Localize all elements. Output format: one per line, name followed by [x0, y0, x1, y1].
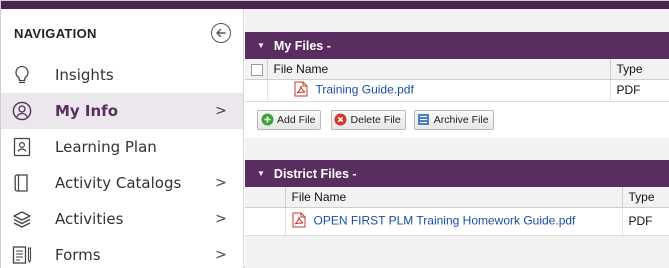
row-blank-cell [245, 207, 286, 236]
id-card-icon [11, 136, 33, 158]
navigation-title: NAVIGATION [14, 25, 97, 41]
select-all-header [245, 59, 268, 80]
sidebar-item-label: My Info [55, 102, 119, 120]
district-files-panel: ▼ District Files - File Name Type OPEN F… [245, 160, 669, 236]
file-type-cell: PDF [610, 79, 669, 102]
delete-circle-icon [334, 113, 348, 127]
district-files-table: File Name Type OPEN FIRST PLM Training H… [245, 187, 669, 236]
chevron-right-icon: > [215, 103, 227, 119]
column-header-file-name[interactable]: File Name [267, 59, 611, 80]
my-files-toolbar: Add File Delete File Archive File [245, 101, 669, 138]
collapse-sidebar-icon[interactable] [211, 23, 231, 43]
sidebar-item-label: Learning Plan [55, 138, 157, 156]
lightbulb-icon [11, 64, 33, 86]
file-name-cell: Training Guide.pdf [267, 79, 611, 102]
chevron-right-icon: > [215, 211, 227, 227]
district-files-header[interactable]: ▼ District Files - [245, 160, 669, 187]
delete-file-button[interactable]: Delete File [330, 109, 406, 130]
layers-icon [11, 208, 33, 230]
book-icon [11, 172, 33, 194]
my-files-panel: ▼ My Files - File Name Type Training Gui… [245, 32, 669, 138]
chevron-right-icon: > [215, 175, 227, 191]
navigation-header: NAVIGATION [1, 9, 243, 57]
file-name-cell: OPEN FIRST PLM Training Homework Guide.p… [285, 207, 623, 236]
top-bar [1, 1, 669, 9]
main-content: ▼ My Files - File Name Type Training Gui… [245, 9, 669, 268]
sidebar-item-label: Insights [55, 66, 114, 84]
add-file-label: Add File [277, 113, 316, 126]
district-files-title: District Files - [273, 166, 357, 181]
archive-file-label: Archive File [433, 113, 489, 126]
file-link[interactable]: Training Guide.pdf [316, 82, 414, 96]
sidebar-item-learning-plan[interactable]: Learning Plan [1, 129, 243, 165]
column-header-type[interactable]: Type [622, 187, 669, 208]
sidebar-item-activities[interactable]: Activities > [1, 201, 243, 237]
table-row: OPEN FIRST PLM Training Homework Guide.p… [245, 207, 669, 236]
column-header-type[interactable]: Type [610, 59, 669, 80]
archive-file-button[interactable]: Archive File [413, 109, 494, 130]
file-type-cell: PDF [622, 207, 669, 236]
my-files-title: My Files - [273, 38, 331, 53]
column-header-file-name[interactable]: File Name [285, 187, 623, 208]
row-select-cell [245, 79, 268, 102]
sidebar-item-activity-catalogs[interactable]: Activity Catalogs > [1, 165, 243, 201]
sidebar-item-label: Forms [55, 246, 101, 264]
select-all-checkbox[interactable] [251, 63, 263, 76]
chevron-right-icon: > [215, 247, 227, 263]
my-files-header[interactable]: ▼ My Files - [245, 32, 669, 59]
my-files-table: File Name Type Training Guide.pdf PDF [245, 59, 669, 102]
navigation-sidebar: NAVIGATION Insights My Info > Learning P… [1, 9, 244, 268]
sidebar-item-insights[interactable]: Insights [1, 57, 243, 93]
caret-down-icon: ▼ [257, 169, 265, 178]
user-circle-icon [11, 100, 33, 122]
sidebar-item-label: Activities [55, 210, 124, 228]
file-link[interactable]: OPEN FIRST PLM Training Homework Guide.p… [314, 213, 576, 227]
sidebar-item-label: Activity Catalogs [55, 174, 182, 192]
plus-circle-icon [260, 113, 274, 127]
sidebar-item-my-info[interactable]: My Info > [1, 93, 243, 129]
archive-icon [417, 113, 431, 127]
pdf-icon [292, 212, 306, 231]
table-header-row: File Name Type [245, 59, 669, 80]
caret-down-icon: ▼ [257, 41, 265, 50]
app-window: NAVIGATION Insights My Info > Learning P… [0, 0, 669, 268]
sidebar-item-forms[interactable]: Forms > [1, 237, 243, 268]
blank-header [245, 187, 286, 208]
pdf-icon [294, 81, 308, 100]
table-row: Training Guide.pdf PDF [245, 79, 669, 102]
table-header-row: File Name Type [245, 187, 669, 208]
forms-icon [11, 244, 33, 266]
add-file-button[interactable]: Add File [257, 109, 321, 130]
delete-file-label: Delete File [350, 113, 401, 126]
